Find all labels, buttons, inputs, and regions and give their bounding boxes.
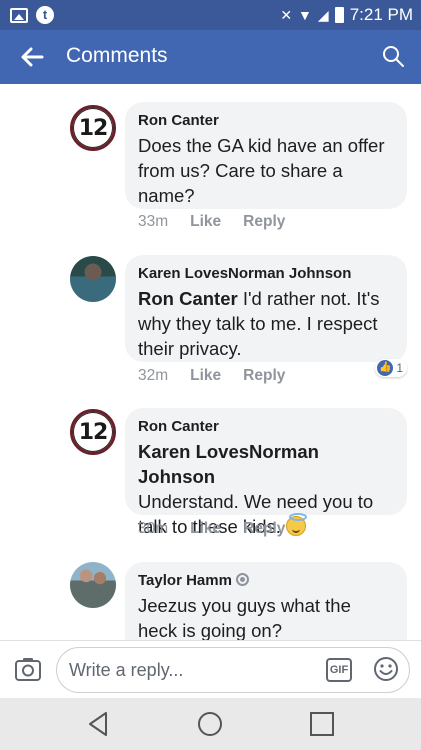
reply-input[interactable] <box>56 647 410 693</box>
wifi-icon: ▼ <box>298 7 312 23</box>
comment-mention[interactable]: Karen LovesNorman Johnson <box>138 439 394 489</box>
avatar[interactable] <box>70 562 116 608</box>
comment-time: 32m <box>138 367 169 384</box>
avatar[interactable] <box>70 256 116 302</box>
comment-bubble[interactable]: Taylor Hamm Jeezus you guys what the hec… <box>125 562 407 640</box>
comment-text: Ron Canter I'd rather not. It's why they… <box>138 286 394 361</box>
back-arrow-icon[interactable] <box>18 43 46 71</box>
comment-author[interactable]: Taylor Hamm <box>138 571 394 590</box>
app-bar: Comments <box>0 30 421 84</box>
comment-text: Does the GA kid have an offer from us? C… <box>138 135 385 206</box>
back-nav-icon[interactable] <box>84 710 112 738</box>
reply-button[interactable]: Reply <box>243 520 285 538</box>
avatar[interactable]: 12 <box>70 105 116 151</box>
comment-time: 30m <box>138 520 169 537</box>
status-bar: t ✕ ▼ ◢ 7:21 PM <box>0 0 421 30</box>
avatar-badge-text: 12 <box>78 419 109 445</box>
comment-list: 12 Ron Canter Does the GA kid have an of… <box>0 84 421 640</box>
gif-button[interactable]: GIF <box>326 658 352 682</box>
avatar-badge-text: 12 <box>78 115 109 141</box>
search-icon[interactable] <box>381 44 405 68</box>
like-button[interactable]: Like <box>190 213 221 231</box>
comment-author-name[interactable]: Taylor Hamm <box>138 572 232 589</box>
image-notification-icon <box>10 7 28 23</box>
mute-icon: ✕ <box>280 7 293 23</box>
reply-button[interactable]: Reply <box>243 213 285 231</box>
reply-composer: GIF <box>0 640 421 698</box>
battery-icon <box>334 7 344 23</box>
like-button[interactable]: Like <box>190 367 221 385</box>
home-nav-icon[interactable] <box>196 710 224 738</box>
recents-nav-icon[interactable] <box>308 710 336 738</box>
comment-meta: 33m Like Reply <box>138 213 285 231</box>
system-nav-bar <box>0 698 421 750</box>
thumbs-up-icon: 👍 <box>377 360 394 376</box>
page-title: Comments <box>66 44 168 67</box>
reply-button[interactable]: Reply <box>243 367 285 385</box>
emoji-smile-icon[interactable] <box>373 656 399 682</box>
reaction-badge[interactable]: 👍 1 <box>375 359 407 377</box>
comment-meta: 30m Like Reply <box>138 520 285 538</box>
comment-bubble[interactable]: Ron Canter Karen LovesNorman Johnson Unde… <box>125 408 407 537</box>
comment-bubble[interactable]: Karen LovesNorman Johnson Ron Canter I'd… <box>125 255 407 362</box>
status-time: 7:21 PM <box>349 5 413 24</box>
comment-meta: 32m Like Reply <box>138 367 285 385</box>
camera-icon[interactable] <box>14 656 42 682</box>
app-notification-icon: t <box>36 6 54 24</box>
comment-mention[interactable]: Ron Canter <box>138 288 238 309</box>
verified-icon <box>235 573 249 586</box>
signal-icon: ◢ <box>317 7 329 23</box>
avatar[interactable]: 12 <box>70 409 116 455</box>
reaction-count: 1 <box>396 361 403 375</box>
comment-author[interactable]: Ron Canter <box>138 417 394 436</box>
comment-bubble[interactable]: Ron Canter Does the GA kid have an offer… <box>125 102 407 209</box>
like-button[interactable]: Like <box>190 520 221 538</box>
comment-text: Jeezus you guys what the heck is going o… <box>138 595 351 640</box>
angel-emoji-icon <box>286 513 308 536</box>
comment-author[interactable]: Karen LovesNorman Johnson <box>138 264 394 283</box>
comment-author[interactable]: Ron Canter <box>138 111 394 130</box>
comment-time: 33m <box>138 213 169 230</box>
